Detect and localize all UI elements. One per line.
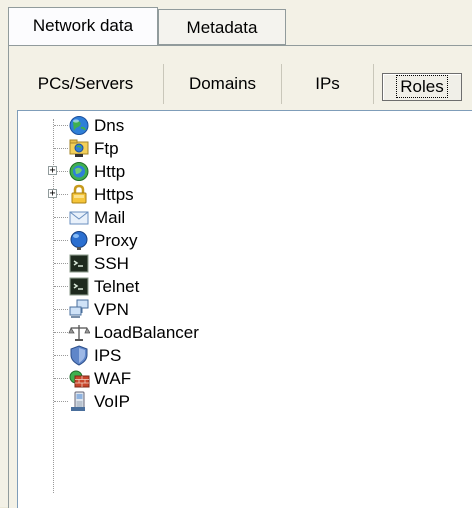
tree-item-label: VoIP (94, 392, 130, 411)
tree-item-telnet[interactable]: Telnet (18, 275, 458, 298)
tree-item-ftp[interactable]: Ftp (18, 137, 458, 160)
padlock-icon (71, 184, 87, 204)
tree-item-ips[interactable]: IPS (18, 344, 458, 367)
scales-icon (68, 325, 90, 341)
expand-http-icon[interactable]: + (48, 166, 57, 176)
tree-branch-line (54, 401, 68, 402)
tree-item-proxy[interactable]: Proxy (18, 229, 458, 252)
tree-branch-line (54, 263, 68, 264)
tree-branch-line (54, 332, 68, 333)
tree-item-dns[interactable]: Dns (18, 114, 458, 137)
tab-roles-label: Roles (396, 75, 448, 98)
tab-network-data[interactable]: Network data (8, 7, 158, 47)
phone-icon (71, 391, 85, 411)
network-computers-icon (69, 299, 89, 318)
tree-item-label: SSH (94, 254, 129, 273)
tree-item-label: Ftp (94, 139, 119, 158)
tree-item-label: LoadBalancer (94, 323, 199, 342)
tree-item-https[interactable]: + Https (18, 183, 458, 206)
window: Network data Metadata PCs/Servers Domain… (0, 0, 472, 508)
proxy-globe-icon (70, 231, 88, 250)
brick-wall-globe-icon (69, 370, 90, 388)
tree-item-label: Dns (94, 116, 125, 135)
tree-branch-line (54, 217, 68, 218)
expand-https-icon[interactable]: + (48, 189, 57, 199)
shield-icon (70, 345, 88, 366)
tree-item-label: Telnet (94, 277, 140, 296)
tree-branch-line (54, 355, 68, 356)
tab-domains[interactable]: Domains (164, 64, 282, 104)
tree-item-http[interactable]: + Http (18, 160, 458, 183)
web-globe-icon (69, 162, 89, 181)
tree-item-vpn[interactable]: VPN (18, 298, 458, 321)
tree-branch-line (54, 309, 68, 310)
tab-ips[interactable]: IPs (282, 64, 374, 104)
terminal-icon (69, 254, 89, 273)
tab-roles[interactable]: Roles (382, 73, 462, 101)
tree-item-label: Proxy (94, 231, 138, 250)
tree-branch-line (54, 378, 68, 379)
top-tab-strip: Network data Metadata (8, 7, 472, 47)
tree-branch-line (54, 148, 68, 149)
tree-item-label: Https (94, 185, 134, 204)
tree-item-voip[interactable]: VoIP (18, 390, 458, 413)
tree-item-loadbalancer[interactable]: LoadBalancer (18, 321, 458, 344)
tree-branch-line (54, 240, 68, 241)
tab-metadata[interactable]: Metadata (158, 9, 286, 45)
tab-pcs-servers[interactable]: PCs/Servers (8, 64, 164, 104)
tree-item-waf[interactable]: WAF (18, 367, 458, 390)
tree-branch-line (54, 125, 68, 126)
tree-item-ssh[interactable]: SSH (18, 252, 458, 275)
tree-item-label: WAF (94, 369, 132, 388)
envelope-icon (69, 211, 89, 225)
tree-item-label: Mail (94, 208, 126, 227)
tree-item-mail[interactable]: Mail (18, 206, 458, 229)
roles-tree[interactable]: Dns Ftp + Http + Https Mail Proxy SSH Te… (17, 110, 472, 508)
sub-tab-strip: PCs/Servers Domains IPs Roles (8, 64, 472, 104)
tree-item-label: IPS (94, 346, 122, 365)
ftp-folder-icon (69, 139, 89, 157)
terminal-icon (69, 277, 89, 296)
globe-icon (69, 116, 89, 135)
tree-branch-line (54, 286, 68, 287)
tree-item-label: VPN (94, 300, 129, 319)
tree-item-label: Http (94, 162, 126, 181)
